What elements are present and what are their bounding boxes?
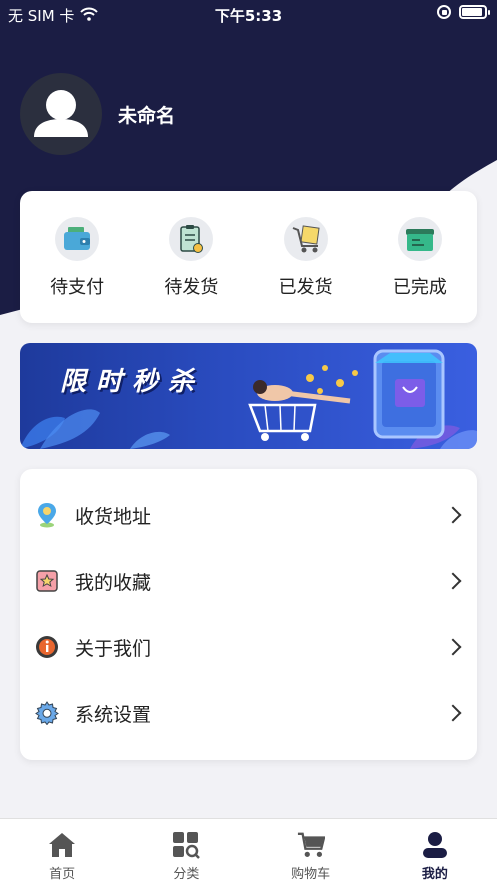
tab-category[interactable]: 分类 — [124, 819, 248, 883]
order-completed[interactable]: 已完成 — [363, 191, 477, 323]
order-pending-shipment[interactable]: 待发货 — [134, 191, 248, 323]
order-label: 已完成 — [392, 277, 447, 298]
cart-icon — [297, 831, 325, 859]
rotation-lock-icon — [437, 5, 451, 19]
menu-label: 系统设置 — [75, 703, 152, 726]
user-silhouette-icon — [34, 90, 88, 137]
menu-card: 收货地址 我的收藏 关于我们 系统设置 — [20, 469, 477, 760]
tab-label: 我的 — [421, 867, 448, 882]
avatar[interactable] — [20, 73, 102, 155]
wallet-icon — [55, 217, 100, 261]
battery-icon — [459, 5, 490, 19]
chevron-right-icon — [444, 704, 462, 722]
banner-title: 限时秒杀 — [60, 367, 205, 397]
menu-item-address[interactable]: 收货地址 — [20, 482, 477, 548]
order-label: 已发货 — [278, 277, 333, 298]
chevron-right-icon — [444, 638, 462, 656]
tab-home[interactable]: 首页 — [0, 819, 124, 883]
bottom-tab-bar: 首页 分类 购物车 我的 — [0, 818, 497, 883]
clipboard-icon — [169, 217, 214, 261]
star-icon — [35, 569, 59, 593]
menu-label: 关于我们 — [75, 637, 152, 660]
chevron-right-icon — [444, 572, 462, 590]
box-icon — [397, 217, 442, 261]
category-icon — [172, 831, 201, 859]
menu-item-settings[interactable]: 系统设置 — [20, 680, 477, 746]
menu-label: 收货地址 — [75, 505, 152, 528]
order-pending-payment[interactable]: 待支付 — [20, 191, 134, 323]
menu-item-favorites[interactable]: 我的收藏 — [20, 548, 477, 614]
menu-label: 我的收藏 — [75, 571, 152, 594]
home-icon — [48, 831, 76, 859]
tab-label: 分类 — [173, 867, 200, 882]
info-icon — [35, 635, 59, 659]
order-label: 待发货 — [164, 277, 219, 298]
username[interactable]: 未命名 — [118, 101, 175, 128]
tab-mine[interactable]: 我的 — [373, 819, 497, 883]
order-shipped[interactable]: 已发货 — [249, 191, 363, 323]
flash-sale-banner[interactable]: 限时秒杀 — [20, 343, 477, 449]
chevron-right-icon — [444, 506, 462, 524]
tab-label: 购物车 — [291, 867, 331, 882]
tab-label: 首页 — [49, 867, 76, 882]
tab-cart[interactable]: 购物车 — [249, 819, 373, 883]
status-time: 下午5:33 — [214, 7, 283, 25]
menu-item-about[interactable]: 关于我们 — [20, 614, 477, 680]
user-icon — [421, 831, 449, 859]
order-status-card: 待支付 待发货 已发货 已完成 — [20, 191, 477, 323]
location-pin-icon — [35, 503, 59, 528]
cart-box-icon — [283, 217, 328, 261]
status-bar: 无 SIM 卡 下午5:33 — [0, 0, 497, 28]
order-label: 待支付 — [50, 277, 105, 298]
gear-icon — [35, 701, 59, 725]
